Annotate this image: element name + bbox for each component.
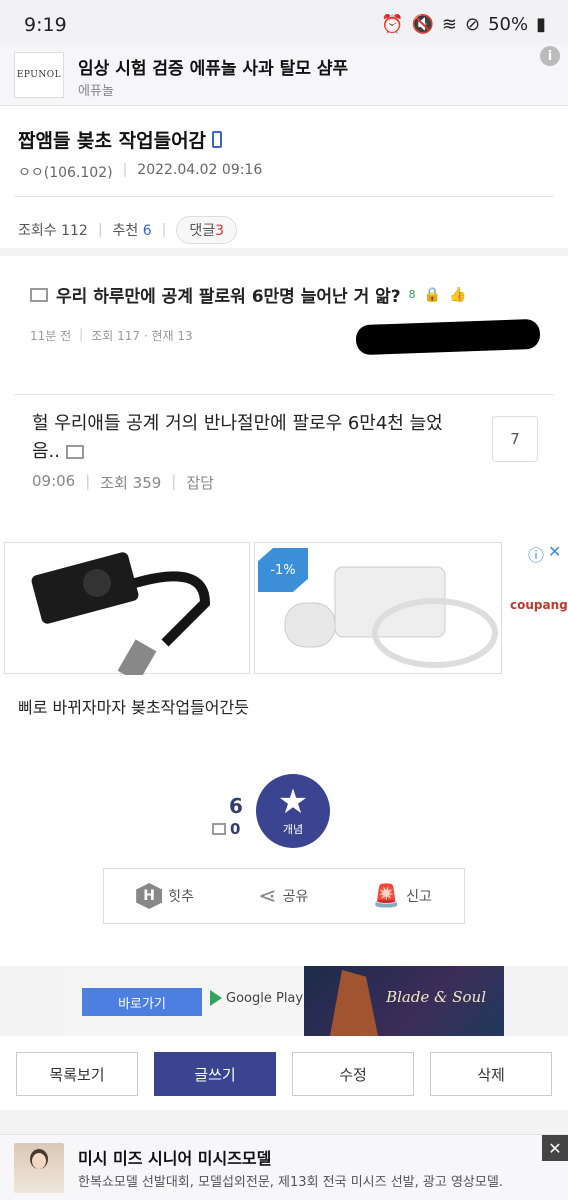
edit-button[interactable]: 수정 <box>292 1052 414 1096</box>
bottom-ad-banner[interactable]: 미시 미즈 시니어 미시즈모델 한복쇼모델 선발대회, 모델섭외전문, 제13회… <box>0 1134 568 1200</box>
reply-label: 댓글 <box>189 223 216 239</box>
share-label: 공유 <box>282 889 309 905</box>
ad-info-icon[interactable]: i <box>540 46 560 66</box>
hit-icon: H <box>136 883 163 909</box>
reply-count: 3 <box>215 223 225 239</box>
siren-icon: 🚨 <box>372 883 401 909</box>
related-post-2-category: 잡담 <box>186 474 214 492</box>
spacer <box>0 1036 568 1050</box>
battery-icon: ▮ <box>536 14 546 35</box>
related-post-2-time: 09:06 <box>32 472 76 490</box>
related-post-2-title[interactable]: 헐 우리애들 공계 거의 반나절만에 팔로우 6만4천 늘었음.. <box>32 410 462 466</box>
post-body: 삐로 바뀌자마자 봊초작업들어간듯 <box>18 698 249 717</box>
recommend-stat-label: 추천 <box>112 223 139 239</box>
meta-separator: | <box>171 472 177 490</box>
report-button[interactable]: 🚨 신고 <box>373 884 432 909</box>
wifi-icon: ≋ <box>441 14 457 35</box>
alarm-icon: ⏰ <box>381 14 404 35</box>
related-post-2-text[interactable]: 헐 우리애들 공계 거의 반나절만에 팔로우 6만4천 늘었음.. <box>32 413 443 462</box>
meta-separator: | <box>79 327 84 341</box>
status-bar: 9:19 ⏰ 🔇 ≋ ⊘ 50% ▮ <box>0 0 568 44</box>
recommend-count: 6 <box>229 794 243 818</box>
ad-controls[interactable]: ⓘ ✕ <box>528 542 561 566</box>
google-play-label: Google Play <box>226 990 304 1006</box>
post-author[interactable]: ㅇㅇ(106.102) <box>18 162 113 182</box>
redaction-mark <box>355 318 541 356</box>
related-post-1-meta: 11분 전 | 조회 117 · 현재 13 <box>30 327 193 344</box>
fixed-recommend-count: 0 <box>230 820 241 838</box>
related-post-2-views: 조회 359 <box>100 474 162 492</box>
post-title: 짭앰들 봊초 작업들어감 <box>18 126 223 153</box>
thumbs-up-icon: 👍 <box>449 286 467 303</box>
coupang-logo[interactable]: coupang <box>510 598 568 612</box>
post-date: 2022.04.02 09:16 <box>137 162 263 178</box>
recommend-button-label: 개념 <box>282 823 304 836</box>
go-button[interactable]: 바로가기 <box>82 988 202 1016</box>
related-post-1-text[interactable]: 우리 하루만에 공계 팔로워 6만명 늘어난 거 앎? <box>56 282 401 307</box>
fixed-recommend-icon <box>212 823 226 835</box>
google-play-badge[interactable]: Google Play <box>210 990 303 1006</box>
mute-icon: 🔇 <box>411 14 434 35</box>
lock-icon: 🔒 <box>423 286 442 303</box>
stats-separator: | <box>97 222 103 238</box>
recommend-stat-count: 6 <box>142 223 152 239</box>
recommend-stat: 추천 6 <box>113 220 152 240</box>
ad-info-icon[interactable]: ⓘ <box>528 542 544 566</box>
related-post-1-views: 조회 117 · 현재 13 <box>91 329 193 343</box>
related-post-2-comment-count[interactable]: 7 <box>492 416 538 462</box>
related-post-1-title[interactable]: 우리 하루만에 공계 팔로워 6만명 늘어난 거 앎? 8 🔒 👍 <box>30 282 467 307</box>
dnd-icon: ⊘ <box>464 14 481 35</box>
thumbnail-face <box>32 1153 46 1169</box>
meta-separator: | <box>85 472 91 490</box>
reply-count-button[interactable]: 댓글3 <box>176 216 238 244</box>
post-stats: 조회수 112 | 추천 6 | 댓글3 <box>18 216 238 244</box>
report-label: 신고 <box>406 889 432 905</box>
top-ad-banner[interactable]: EPUNOL 임상 시험 검증 에퓨놀 사과 탈모 샴푸 에퓨놀 i <box>0 44 568 106</box>
model-thumbnail <box>14 1143 64 1193</box>
list-button[interactable]: 목록보기 <box>16 1052 138 1096</box>
image-icon <box>30 287 48 302</box>
below-content <box>0 1110 568 1136</box>
related-post-1-time: 11분 전 <box>30 329 72 343</box>
view-count: 조회수 112 <box>18 223 88 239</box>
post-title-text: 짭앰들 봊초 작업들어감 <box>18 130 207 152</box>
divider <box>14 196 554 197</box>
advertiser-logo: EPUNOL <box>14 52 64 98</box>
image-icon <box>65 445 84 459</box>
delete-button[interactable]: 삭제 <box>430 1052 552 1096</box>
product-ad-sound-card[interactable] <box>4 542 250 683</box>
ad-title[interactable]: 임상 시험 검증 에퓨놀 사과 탈모 샴푸 <box>78 54 348 79</box>
write-button[interactable]: 글쓰기 <box>154 1052 276 1096</box>
hit-button[interactable]: H 힛추 <box>136 883 194 909</box>
ad-advertiser: 에퓨놀 <box>78 84 114 99</box>
usb-sound-card-image <box>31 552 211 683</box>
meta-separator: | <box>122 162 128 178</box>
divider <box>14 394 554 395</box>
ad-close-icon[interactable]: ✕ <box>548 542 561 566</box>
fixed-recommend: 0 <box>212 820 240 838</box>
post-actions: H 힛추 ⋖ 공유 🚨 신고 <box>103 868 465 924</box>
share-icon: ⋖ <box>258 883 277 909</box>
related-post-1-badge: 8 <box>408 288 416 301</box>
section-divider <box>0 248 568 256</box>
close-icon[interactable]: ✕ <box>542 1135 568 1161</box>
star-icon: ★ <box>277 782 309 822</box>
stats-separator: | <box>161 222 167 238</box>
game-logo: Blade & Soul <box>386 988 486 1006</box>
hit-label: 힛추 <box>168 889 194 905</box>
share-button[interactable]: ⋖ 공유 <box>258 884 308 909</box>
clock: 9:19 <box>24 14 67 36</box>
post-meta: ㅇㅇ(106.102) | 2022.04.02 09:16 <box>18 162 262 182</box>
bottom-ad-desc: 한복쇼모델 선발대회, 모델섭외전문, 제13회 전국 미시즈 선발, 광고 영… <box>78 1175 503 1190</box>
related-post-2-meta: 09:06 | 조회 359 | 잡담 <box>32 472 214 493</box>
bottom-ad-title[interactable]: 미시 미즈 시니어 미시즈모델 <box>78 1145 271 1169</box>
recommend-button[interactable]: ★ 개념 <box>256 774 330 848</box>
mobile-icon <box>212 131 223 148</box>
battery-label: 50% <box>488 14 529 35</box>
status-icons: ⏰ 🔇 ≋ ⊘ 50% ▮ <box>381 14 546 35</box>
google-play-icon <box>210 990 222 1006</box>
